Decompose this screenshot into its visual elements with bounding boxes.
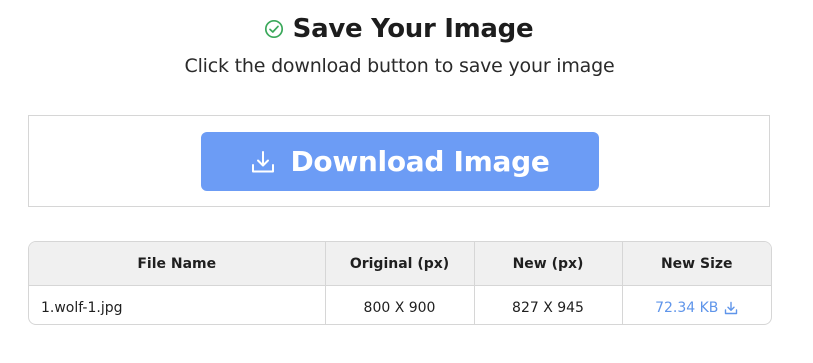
download-icon xyxy=(724,301,738,315)
file-size-value: 72.34 KB xyxy=(655,299,719,316)
file-name-cell: 1.wolf-1.jpg xyxy=(29,285,326,324)
original-size-cell: 800 X 900 xyxy=(325,285,475,324)
column-header-original: Original (px) xyxy=(325,242,475,286)
title-row: Save Your Image xyxy=(0,14,797,44)
table-header-row: File Name Original (px) New (px) New Siz… xyxy=(29,242,771,286)
download-image-label: Download Image xyxy=(290,145,550,178)
file-size-cell: 72.34 KB xyxy=(622,286,771,325)
column-header-new: New (px) xyxy=(474,242,623,286)
check-circle-icon xyxy=(264,19,284,39)
new-size-cell: 827 X 945 xyxy=(474,285,623,324)
column-header-file-name: File Name xyxy=(29,242,326,286)
file-size-download-link[interactable]: 72.34 KB xyxy=(655,300,738,316)
download-image-button[interactable]: Download Image xyxy=(201,132,599,191)
page-title: Save Your Image xyxy=(292,14,534,44)
result-table: File Name Original (px) New (px) New Siz… xyxy=(28,241,772,325)
table-row: 1.wolf-1.jpg 800 X 900 827 X 945 72.34 K… xyxy=(29,285,771,325)
download-panel: Download Image xyxy=(28,115,770,207)
download-icon xyxy=(250,149,276,175)
column-header-new-size: New Size xyxy=(622,242,771,286)
page-subtitle: Click the download button to save your i… xyxy=(184,55,615,77)
page: Save Your Image Click the download butto… xyxy=(0,0,813,363)
